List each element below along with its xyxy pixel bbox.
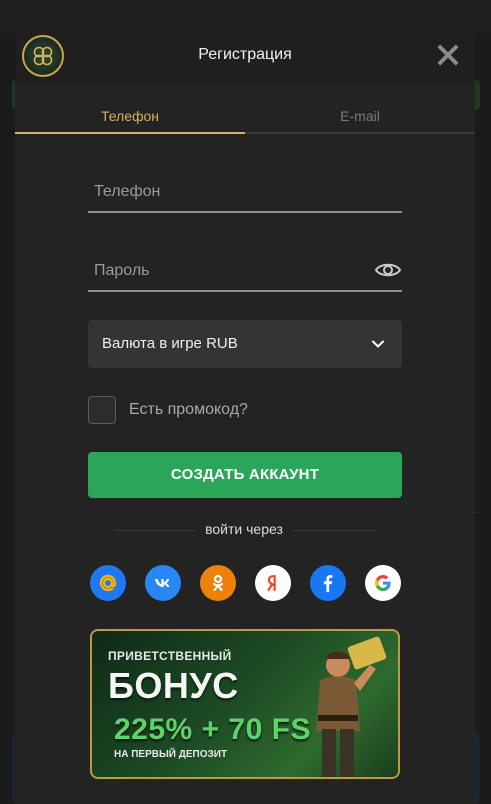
phone-field-wrapper xyxy=(88,173,402,213)
eye-icon[interactable] xyxy=(374,260,402,280)
divider-left xyxy=(115,530,195,531)
auth-tabs: Телефон E-mail xyxy=(15,98,475,134)
facebook-icon xyxy=(323,575,333,592)
divider-right xyxy=(293,530,377,531)
promo-label: Есть промокод? xyxy=(129,401,248,418)
vk-button[interactable] xyxy=(145,565,181,601)
banner-subtitle: НА ПЕРВЫЙ ДЕПОЗИТ xyxy=(114,749,228,760)
banner-line2: БОНУС xyxy=(108,665,239,706)
close-icon[interactable] xyxy=(437,44,459,66)
password-field-wrapper xyxy=(88,252,402,292)
banner-line1: ПРИВЕТСТВЕННЫЙ xyxy=(108,649,232,663)
odnoklassniki-button[interactable] xyxy=(200,565,236,601)
password-input[interactable] xyxy=(88,252,402,290)
tab-phone[interactable]: Телефон xyxy=(15,98,245,134)
modal-title: Регистрация xyxy=(198,46,292,63)
odnoklassniki-icon xyxy=(212,574,224,592)
banner-offer: 225% + 70 FS xyxy=(114,713,311,746)
social-login-heading: войти через xyxy=(205,521,283,537)
currency-select-value: Валюта в игре RUB xyxy=(102,335,238,352)
adventurer-illustration-icon xyxy=(316,636,387,777)
promo-checkbox[interactable] xyxy=(88,396,116,424)
modal-header: Регистрация xyxy=(15,28,475,82)
vk-icon xyxy=(155,579,170,587)
yandex-icon xyxy=(267,575,276,592)
promo-checkbox-row[interactable]: Есть промокод? xyxy=(88,396,248,424)
create-account-button[interactable]: СОЗДАТЬ АККАУНТ xyxy=(88,452,402,498)
welcome-bonus-banner[interactable]: ПРИВЕТСТВЕННЫЙ БОНУС 225% + 70 FS НА ПЕР… xyxy=(90,629,400,779)
mail-ru-button[interactable] xyxy=(90,565,126,601)
chevron-down-icon xyxy=(372,340,384,348)
facebook-button[interactable] xyxy=(310,565,346,601)
google-icon xyxy=(375,575,391,591)
registration-modal: Регистрация Телефон E-mail Валюта в игре… xyxy=(15,28,475,804)
social-login-list xyxy=(90,565,401,601)
tab-email[interactable]: E-mail xyxy=(245,98,475,134)
mail-ru-icon xyxy=(99,574,117,592)
phone-input[interactable] xyxy=(88,173,402,211)
yandex-button[interactable] xyxy=(255,565,291,601)
google-button[interactable] xyxy=(365,565,401,601)
currency-select[interactable]: Валюта в игре RUB xyxy=(88,320,402,368)
